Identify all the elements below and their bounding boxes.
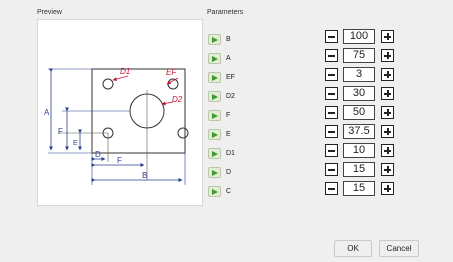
minus-icon — [328, 168, 335, 171]
cancel-button[interactable]: Cancel — [379, 240, 419, 257]
param-row-d[interactable]: D — [208, 163, 268, 182]
dim-label-d1: D1 — [120, 67, 130, 76]
increment-button[interactable] — [381, 87, 394, 100]
decrement-button[interactable] — [325, 125, 338, 138]
preview-panel: A F E D F B D1 EF D2 — [37, 19, 203, 206]
param-row-b[interactable]: B — [208, 30, 268, 49]
minus-icon — [328, 54, 335, 57]
dim-label-f-vertical: F — [58, 127, 63, 136]
param-name: A — [226, 55, 231, 62]
param-name: F — [226, 112, 231, 119]
decrement-button[interactable] — [325, 30, 338, 43]
minus-icon — [328, 92, 335, 95]
decrement-button[interactable] — [325, 144, 338, 157]
increment-button[interactable] — [381, 163, 394, 176]
param-name: EF — [226, 74, 235, 81]
increment-button[interactable] — [381, 182, 394, 195]
minus-icon — [328, 35, 335, 38]
value-input[interactable]: 10 — [343, 143, 375, 158]
ok-button[interactable]: OK — [334, 240, 372, 257]
arrow-right-icon[interactable] — [208, 91, 221, 102]
decrement-button[interactable] — [325, 163, 338, 176]
param-name: D — [226, 169, 232, 176]
hole-top-left — [102, 78, 114, 90]
value-row-c: 15 — [325, 179, 394, 198]
increment-button[interactable] — [381, 106, 394, 119]
minus-icon — [328, 130, 335, 133]
arrow-right-icon[interactable] — [208, 129, 221, 140]
value-row-e: 37.5 — [325, 122, 394, 141]
arrow-right-icon[interactable] — [208, 34, 221, 45]
param-row-d2[interactable]: D2 — [208, 87, 268, 106]
param-row-ef[interactable]: EF — [208, 68, 268, 87]
value-input[interactable]: 37.5 — [343, 124, 375, 139]
param-row-f[interactable]: F — [208, 106, 268, 125]
part-drawing: A F E D F B D1 EF D2 — [44, 67, 189, 185]
minus-icon — [328, 149, 335, 152]
value-row-d2: 30 — [325, 84, 394, 103]
param-row-c[interactable]: C — [208, 182, 268, 201]
decrement-button[interactable] — [325, 87, 338, 100]
value-list: 100 75 3 30 50 37.5 10 15 15 — [325, 27, 394, 198]
value-row-d1: 10 — [325, 141, 394, 160]
increment-button[interactable] — [381, 49, 394, 62]
value-input[interactable]: 30 — [343, 86, 375, 101]
param-name: D1 — [226, 150, 235, 157]
preview-label: Preview — [37, 9, 62, 16]
value-row-ef: 3 — [325, 65, 394, 84]
arrow-right-icon[interactable] — [208, 53, 221, 64]
arrow-right-icon[interactable] — [208, 110, 221, 121]
param-name: C — [226, 188, 232, 195]
arrow-right-icon[interactable] — [208, 148, 221, 159]
parameters-label: Parameters — [207, 9, 244, 16]
value-input[interactable]: 15 — [343, 162, 375, 177]
increment-button[interactable] — [381, 125, 394, 138]
dim-label-b: B — [142, 171, 147, 180]
param-row-e[interactable]: E — [208, 125, 268, 144]
minus-icon — [328, 187, 335, 190]
decrement-button[interactable] — [325, 182, 338, 195]
arrow-right-icon[interactable] — [208, 72, 221, 83]
increment-button[interactable] — [381, 30, 394, 43]
value-input[interactable]: 75 — [343, 48, 375, 63]
value-input[interactable]: 3 — [343, 67, 375, 82]
value-row-f: 50 — [325, 103, 394, 122]
value-input[interactable]: 50 — [343, 105, 375, 120]
dim-label-d2: D2 — [172, 95, 183, 104]
arrow-right-icon[interactable] — [208, 167, 221, 178]
dim-label-a: A — [44, 108, 50, 117]
decrement-button[interactable] — [325, 49, 338, 62]
value-row-b: 100 — [325, 27, 394, 46]
value-row-a: 75 — [325, 46, 394, 65]
value-input[interactable]: 15 — [343, 181, 375, 196]
dim-label-f-horizontal: F — [117, 156, 122, 165]
dim-label-d: D — [95, 150, 101, 159]
arrow-right-icon[interactable] — [208, 186, 221, 197]
dim-label-e: E — [73, 140, 78, 147]
param-row-d1[interactable]: D1 — [208, 144, 268, 163]
param-row-a[interactable]: A — [208, 49, 268, 68]
param-name: E — [226, 131, 231, 138]
value-input[interactable]: 100 — [343, 29, 375, 44]
minus-icon — [328, 73, 335, 76]
value-row-d: 15 — [325, 160, 394, 179]
parameter-list: B A EF D2 F E D1 D C — [208, 30, 268, 201]
decrement-button[interactable] — [325, 106, 338, 119]
param-name: D2 — [226, 93, 235, 100]
increment-button[interactable] — [381, 68, 394, 81]
decrement-button[interactable] — [325, 68, 338, 81]
minus-icon — [328, 111, 335, 114]
param-name: B — [226, 36, 231, 43]
dim-label-ef: EF — [166, 68, 177, 77]
increment-button[interactable] — [381, 144, 394, 157]
hole-bottom-right — [177, 127, 189, 139]
